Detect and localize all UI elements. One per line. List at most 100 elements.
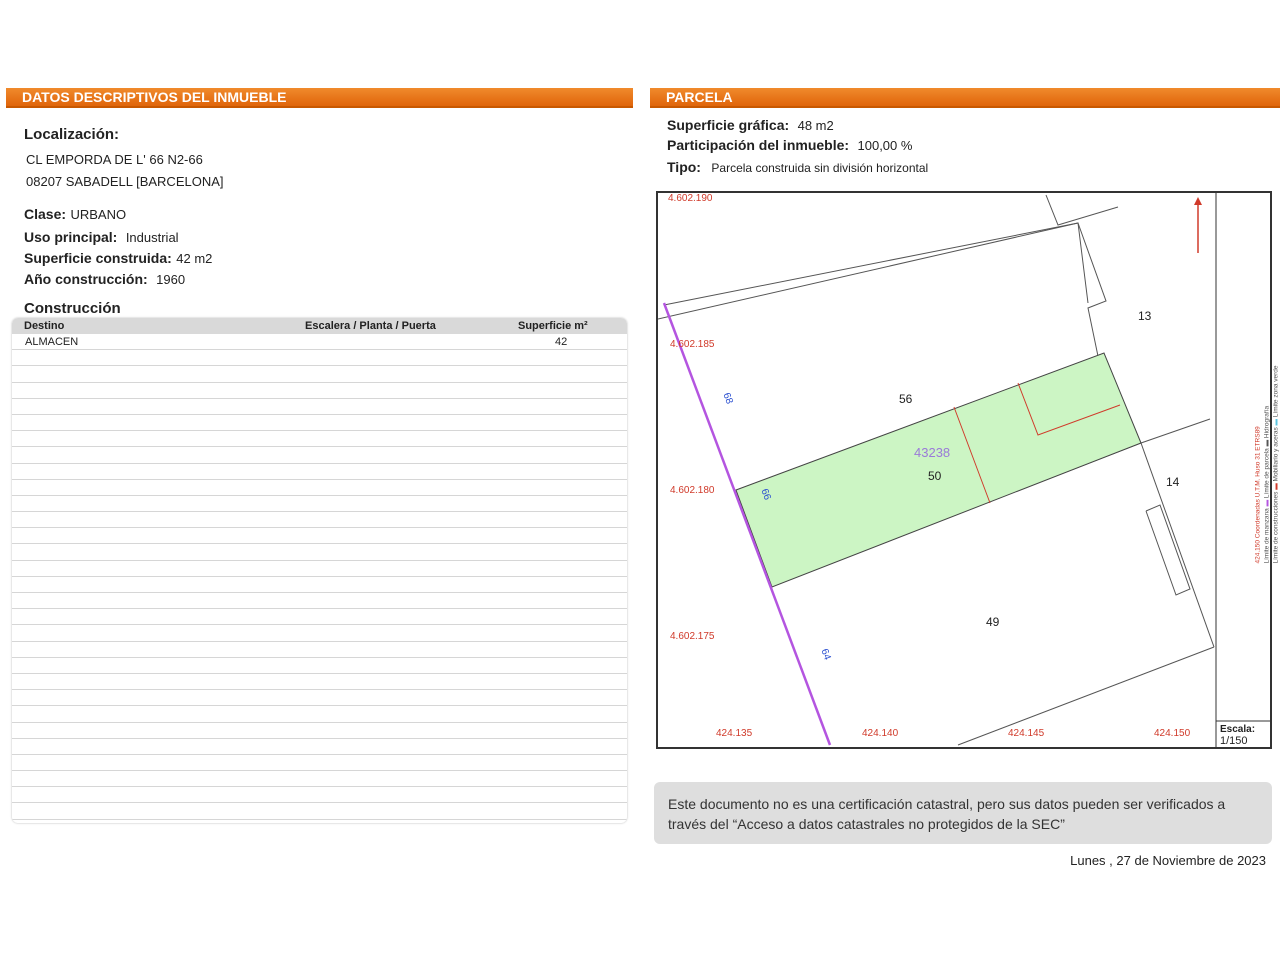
table-row-empty: [12, 755, 627, 772]
sup-grafica-value: 48 m2: [797, 118, 834, 133]
parcel-number-14: 14: [1166, 475, 1180, 489]
cadastral-map: 4.602.190 4.602.185 4.602.180 4.602.175 …: [656, 191, 1280, 749]
notice-box: Este documento no es una certificación c…: [654, 782, 1272, 844]
table-row-empty: [12, 496, 627, 513]
address-line1: CL EMPORDA DE L' 66 N2-66: [26, 152, 203, 167]
parcel-ref: 43238: [914, 445, 951, 460]
table-row-empty: [12, 723, 627, 739]
superficie-label: Superficie construida:: [24, 250, 172, 266]
anio-value: 1960: [156, 272, 186, 287]
table-row-empty: [12, 431, 627, 448]
datos-descriptivos-header: DATOS DESCRIPTIVOS DEL INMUEBLE: [6, 88, 633, 108]
table-row-empty: [12, 609, 627, 626]
table-row-empty: [12, 544, 627, 561]
x-coord-2: 424.140: [862, 728, 899, 739]
y-coord-2: 4.602.185: [670, 339, 715, 350]
table-row-empty: [12, 593, 627, 610]
construccion-table: Destino Escalera / Planta / Puerta Super…: [12, 318, 627, 823]
clase-value: URBANO: [70, 207, 127, 222]
x-coord-1: 424.135: [716, 728, 753, 739]
table-header: Destino Escalera / Planta / Puerta Super…: [12, 318, 627, 334]
anio-row: Año construcción: 1960: [24, 271, 185, 289]
table-row-empty: [12, 658, 627, 674]
legend-limite-construcciones: Límite de construcciones: [1272, 491, 1280, 564]
uso-value: Industrial: [125, 230, 179, 245]
map-legend: 424.150 Coordenadas U.T.M. Huso 31 ETRS8…: [1254, 294, 1280, 564]
table-row: ALMACEN 42: [12, 334, 627, 351]
legend-row-1: Límite de manzana ▬ Límite de parcela ▬ …: [1263, 405, 1271, 564]
table-row-empty: [12, 415, 627, 432]
legend-mobiliario: Mobiliario y aceras: [1272, 427, 1280, 482]
parcela-header: PARCELA: [650, 88, 1280, 108]
table-row-empty: [12, 690, 627, 707]
table-row-empty: [12, 366, 627, 383]
parcel-number-49: 49: [986, 615, 1000, 629]
table-row-empty: [12, 739, 627, 755]
building-edge-14b: [1140, 442, 1215, 648]
building-edge-14: [1140, 418, 1211, 444]
x-coord-4: 424.150: [1154, 728, 1191, 739]
map-svg: [658, 193, 1270, 747]
clase-label: Clase:: [24, 206, 67, 222]
notice-text: Este documento no es una certificación c…: [668, 796, 1226, 832]
anio-label: Año construcción:: [24, 271, 148, 287]
table-row-empty: [12, 383, 627, 399]
building-edge-top: [1045, 194, 1119, 226]
table-row-empty: [12, 350, 627, 367]
table-row-empty: [12, 642, 627, 658]
legend-limite-parcela: Límite de parcela: [1263, 448, 1271, 499]
building-edge: [663, 222, 1079, 306]
parcel-number-13: 13: [1138, 309, 1152, 323]
legend-hidrografia: Hidrografía: [1263, 405, 1271, 439]
table-row-empty: [12, 674, 627, 691]
clase-row: Clase: URBANO: [24, 206, 126, 224]
table-row-empty: [12, 787, 627, 804]
cell-superficie: 42: [555, 336, 568, 348]
construccion-title: Construcción: [24, 300, 121, 317]
participacion-row: Participación del inmueble: 100,00 %: [667, 137, 912, 155]
superficie-row: Superficie construida: 42 m2: [24, 250, 212, 268]
parcel-number-50: 50: [928, 469, 942, 483]
table-row-empty: [12, 399, 627, 415]
table-row-empty: [12, 464, 627, 480]
scale-value: 1/150: [1220, 735, 1248, 747]
y-coord-1: 4.602.190: [668, 193, 713, 204]
uso-label: Uso principal:: [24, 229, 118, 245]
uso-row: Uso principal: Industrial: [24, 229, 179, 247]
table-row-empty: [12, 577, 627, 593]
table-row-empty: [12, 512, 627, 529]
column-superficie: Superficie m²: [518, 320, 588, 332]
document-date: Lunes , 27 de Noviembre de 2023: [1070, 853, 1266, 868]
x-coord-3: 424.145: [1008, 728, 1045, 739]
legend-limite-manzana: Límite de manzana: [1263, 508, 1271, 564]
parcel-number-56: 56: [899, 392, 913, 406]
legend-coords: 424.150 Coordenadas U.T.M. Huso 31 ETRS8…: [1254, 426, 1262, 564]
column-escalera: Escalera / Planta / Puerta: [305, 320, 436, 332]
scale-label: Escala:: [1220, 724, 1256, 735]
table-row-empty: [12, 625, 627, 642]
table-row-empty: [12, 771, 627, 788]
participacion-label: Participación del inmueble:: [667, 137, 850, 153]
cell-destino: ALMACEN: [25, 336, 79, 348]
sup-grafica-row: Superficie gráfica: 48 m2: [667, 117, 834, 135]
participacion-value: 100,00 %: [857, 138, 913, 153]
table-row-empty: [12, 528, 627, 545]
tipo-label: Tipo:: [667, 159, 701, 175]
tipo-value: Parcela construida sin división horizont…: [711, 161, 929, 175]
legend-row-2: Límite de construcciones ▬ Mobiliario y …: [1272, 365, 1280, 564]
building-outline-56: [658, 222, 1089, 320]
table-row-empty: [12, 561, 627, 577]
y-coord-3: 4.602.180: [670, 485, 715, 496]
table-row-empty: [12, 480, 627, 496]
column-destino: Destino: [24, 320, 65, 332]
legend-zona-verde: Límite zona verde: [1272, 365, 1280, 418]
address-line2: 08207 SABADELL [BARCELONA]: [26, 174, 224, 189]
table-row-empty: [12, 803, 627, 820]
sup-grafica-label: Superficie gráfica:: [667, 117, 790, 133]
superficie-value: 42 m2: [176, 251, 213, 266]
table-row-empty: [12, 447, 627, 464]
y-coord-4: 4.602.175: [670, 631, 715, 642]
tipo-row: Tipo: Parcela construida sin división ho…: [667, 159, 928, 177]
localizacion-label: Localización:: [24, 126, 120, 143]
north-arrow-icon: [1194, 197, 1202, 253]
